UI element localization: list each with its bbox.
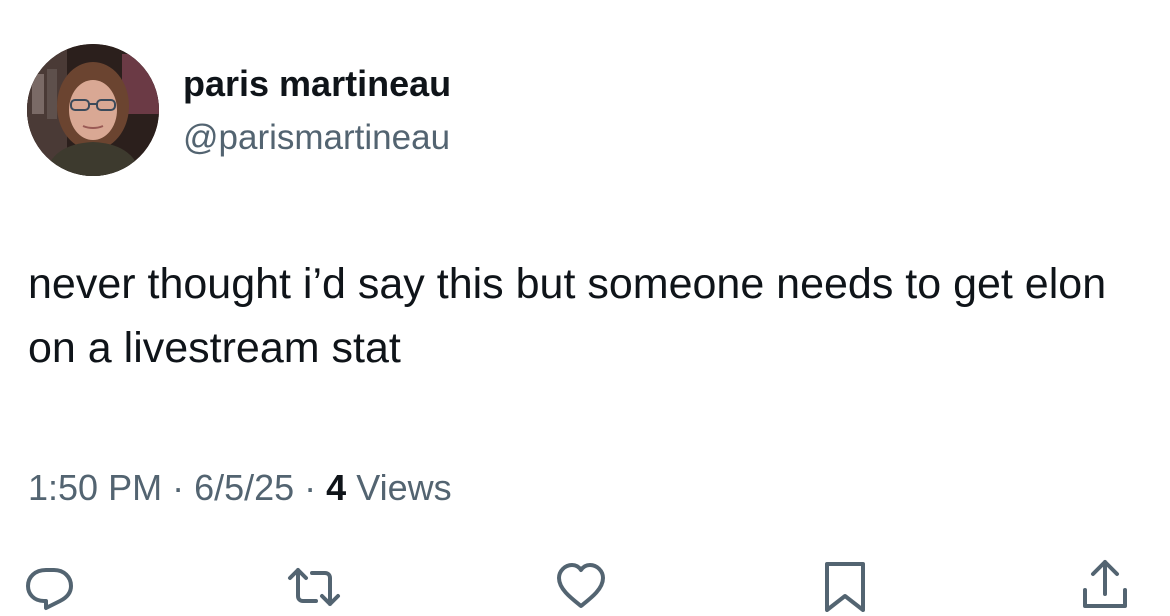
author-handle[interactable]: @parismartineau: [183, 116, 450, 160]
like-button[interactable]: [553, 556, 609, 612]
meta-separator: ·: [294, 467, 327, 508]
action-bar: [0, 556, 1170, 616]
repost-icon: [288, 568, 340, 606]
reply-button[interactable]: [22, 556, 78, 612]
repost-button[interactable]: [286, 556, 342, 612]
tweet-text: never thought i’d say this but someone n…: [28, 260, 1107, 372]
tweet-date[interactable]: 6/5/25: [194, 467, 294, 508]
profile-photo-icon: [27, 44, 159, 176]
bookmark-icon: [825, 562, 865, 612]
meta-separator: ·: [162, 467, 195, 508]
tweet-time[interactable]: 1:50 PM: [28, 467, 162, 508]
avatar[interactable]: [27, 44, 159, 176]
like-icon: [557, 563, 605, 608]
views-label: Views: [346, 467, 452, 508]
reply-icon: [26, 568, 73, 610]
share-button[interactable]: [1077, 556, 1133, 612]
views-count: 4: [326, 467, 347, 508]
share-icon: [1083, 560, 1127, 608]
tweet-meta: 1:50 PM · 6/5/25 · 4 Views: [28, 466, 452, 510]
bookmark-button[interactable]: [817, 556, 873, 612]
author-display-name[interactable]: paris martineau: [183, 62, 451, 106]
